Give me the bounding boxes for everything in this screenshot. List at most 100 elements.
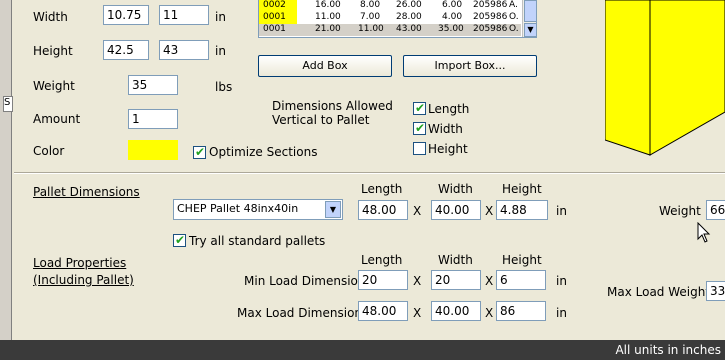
- color-label: Color: [33, 144, 65, 158]
- pallet-dimensions-header: Pallet Dimensions: [33, 185, 140, 199]
- times-label: X: [413, 306, 422, 320]
- width-vertical-label: Width: [428, 122, 463, 136]
- pallet-select-value: CHEP Pallet 48inx40in: [177, 202, 299, 215]
- scroll-down-icon[interactable]: ▼: [524, 23, 536, 37]
- amount-label: Amount: [33, 112, 81, 126]
- times-label: X: [485, 306, 494, 320]
- table-cell: 0002: [259, 0, 297, 12]
- weight-unit: lbs: [215, 80, 233, 94]
- box-side-face: [649, 0, 725, 156]
- table-cell: O.: [509, 12, 519, 22]
- height-vertical-label: Height: [428, 142, 468, 156]
- pallet-unit: in: [556, 204, 567, 218]
- height-vertical-checkbox[interactable]: [413, 142, 426, 155]
- load-col-width: Width: [438, 253, 473, 267]
- length-vertical-label: Length: [428, 102, 470, 116]
- pallet-weight-label: Weight: [659, 204, 701, 218]
- table-row[interactable]: 0002 16.00 8.00 26.00 6.00 205986 A.: [259, 0, 521, 12]
- max-length-input[interactable]: 48.00: [358, 301, 408, 321]
- table-row[interactable]: 0001 11.00 7.00 28.00 4.00 205986 O.: [259, 12, 521, 24]
- max-load-weight-input[interactable]: 33: [706, 281, 725, 301]
- load-col-length: Length: [361, 253, 403, 267]
- orientation-title-line1: Dimensions Allowed: [272, 99, 393, 113]
- table-cell: 205986: [473, 24, 508, 34]
- max-width-input[interactable]: 40.00: [431, 301, 481, 321]
- scrollbar-thumb[interactable]: [524, 0, 536, 22]
- times-label: X: [485, 204, 494, 218]
- window-left-edge: [0, 0, 12, 340]
- table-cell: O.: [509, 24, 519, 34]
- min-length-input[interactable]: 20: [358, 270, 408, 290]
- load-properties-header: Load Properties: [33, 256, 127, 270]
- status-text: All units in inches: [615, 343, 721, 357]
- max-load-unit: in: [556, 306, 567, 320]
- table-cell: 6.00: [442, 0, 463, 10]
- min-height-input[interactable]: 6: [496, 270, 546, 290]
- section-divider: [14, 172, 725, 174]
- pallet-length-input[interactable]: 48.00: [358, 200, 408, 220]
- table-cell: 28.00: [396, 12, 422, 22]
- table-cell: 4.00: [442, 12, 463, 22]
- times-label: X: [485, 274, 494, 288]
- mouse-cursor-icon: [697, 222, 711, 243]
- add-box-button[interactable]: Add Box: [258, 55, 392, 77]
- width-vertical-checkbox[interactable]: ✔: [413, 121, 426, 135]
- table-cell: 43.00: [396, 24, 422, 34]
- table-cell: 205986: [473, 12, 508, 22]
- optimize-sections-label: Optimize Sections: [209, 145, 318, 159]
- weight-label: Weight: [33, 79, 75, 93]
- load-col-height: Height: [502, 253, 542, 267]
- table-cell: 7.00: [360, 12, 381, 22]
- pallet-col-height: Height: [502, 182, 542, 196]
- load-properties-subheader: (Including Pallet): [33, 273, 134, 287]
- table-cell: 21.00: [315, 24, 341, 34]
- width-label: Width: [33, 10, 68, 24]
- height-input[interactable]: 42.5: [103, 40, 149, 60]
- table-cell: 16.00: [315, 0, 341, 10]
- table-cell: 0001: [263, 24, 286, 34]
- pallet-width-input[interactable]: 40.00: [431, 200, 481, 220]
- height-input-rounded[interactable]: 43: [159, 40, 209, 60]
- pallet-select[interactable]: CHEP Pallet 48inx40in ▼: [173, 199, 343, 220]
- height-label: Height: [33, 44, 73, 58]
- amount-input[interactable]: 1: [128, 109, 178, 129]
- min-width-input[interactable]: 20: [431, 270, 481, 290]
- weight-input[interactable]: 35: [128, 75, 178, 95]
- table-cell: 205986: [473, 0, 508, 10]
- optimize-sections-checkbox[interactable]: ✔: [193, 145, 206, 159]
- import-box-button[interactable]: Import Box...: [403, 55, 537, 77]
- chevron-down-icon[interactable]: ▼: [325, 201, 341, 218]
- min-load-label: Min Load Dimensions: [244, 274, 372, 288]
- window-left-edge-letter: S: [3, 96, 13, 112]
- max-load-label: Max Load Dimensions: [237, 306, 369, 320]
- width-input-rounded[interactable]: 11: [159, 5, 209, 25]
- check-mark-icon: ✔: [415, 101, 426, 115]
- length-vertical-checkbox[interactable]: ✔: [413, 101, 426, 115]
- table-cell: 26.00: [396, 0, 422, 10]
- max-load-weight-label: Max Load Weight: [607, 285, 711, 299]
- box-front-face: [605, 0, 651, 156]
- color-swatch[interactable]: [128, 140, 178, 160]
- width-input[interactable]: 10.75: [103, 5, 149, 25]
- try-all-pallets-label: Try all standard pallets: [189, 234, 326, 248]
- max-height-input[interactable]: 86: [496, 301, 546, 321]
- pallet-weight-input[interactable]: 66: [706, 200, 725, 220]
- table-cell: 0001: [259, 12, 297, 24]
- check-mark-icon: ✔: [195, 145, 206, 159]
- box-preview-3d: [605, 0, 725, 156]
- pallet-col-length: Length: [361, 182, 403, 196]
- table-cell: A.: [509, 0, 518, 10]
- table-row-selected[interactable]: 0001 21.00 11.00 43.00 35.00 205986 O.: [259, 24, 521, 36]
- grid-scrollbar[interactable]: ▼: [522, 0, 536, 37]
- check-mark-icon: ✔: [175, 233, 186, 247]
- box-list-grid[interactable]: 0002 16.00 8.00 26.00 6.00 205986 A. 000…: [258, 0, 537, 38]
- width-unit: in: [215, 10, 226, 24]
- times-label: X: [413, 274, 422, 288]
- check-mark-icon: ✔: [415, 121, 426, 135]
- table-cell: 8.00: [360, 0, 381, 10]
- table-cell: 11.00: [315, 12, 341, 22]
- table-cell: 35.00: [438, 24, 464, 34]
- table-cell: 11.00: [358, 24, 384, 34]
- pallet-height-input[interactable]: 4.88: [496, 200, 548, 220]
- try-all-pallets-checkbox[interactable]: ✔: [173, 233, 186, 247]
